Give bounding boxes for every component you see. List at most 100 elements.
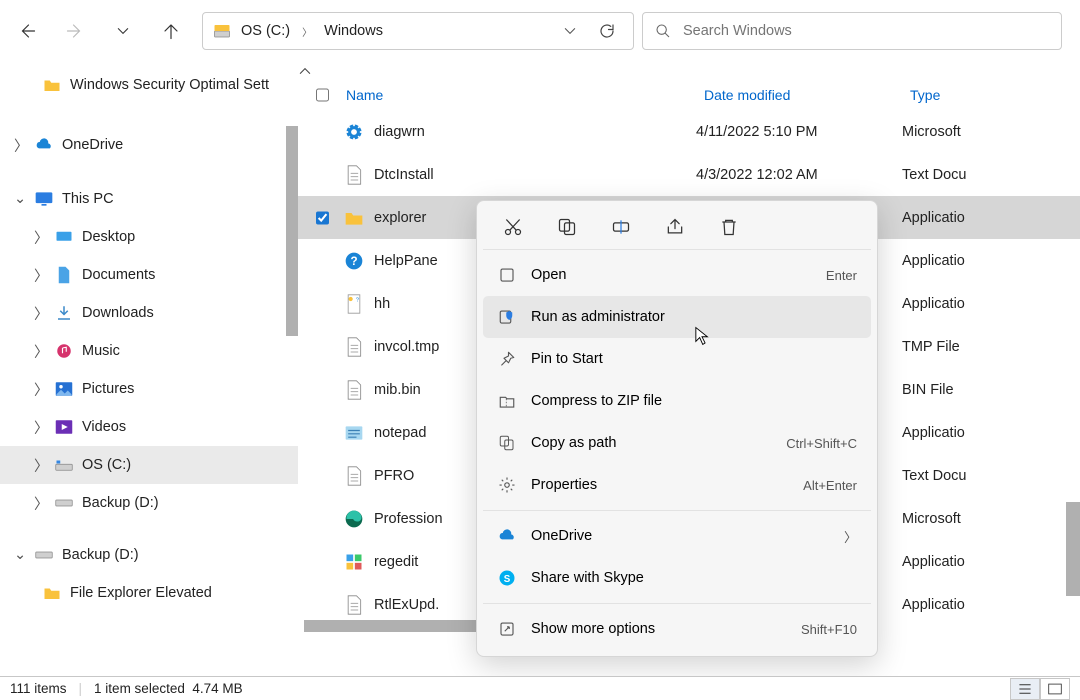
tree-this-pc[interactable]: ⌄ This PC <box>0 180 298 218</box>
file-type: Microsoft <box>902 511 1080 527</box>
folder-icon <box>42 583 62 603</box>
column-type[interactable]: Type <box>910 87 1080 103</box>
file-type: Microsoft <box>902 124 1080 140</box>
tree-os-c[interactable]: 〉OS (C:) <box>0 446 298 484</box>
onedrive-icon <box>497 526 517 546</box>
file-type: Applicatio <box>902 210 1080 226</box>
chevron-right-icon: 〉 <box>14 135 26 156</box>
file-type: Applicatio <box>902 425 1080 441</box>
refresh-button[interactable] <box>591 22 623 40</box>
file-row[interactable]: DtcInstall4/3/2022 12:02 AMText Docu <box>298 153 1080 196</box>
tree-item-label: Pictures <box>82 381 134 397</box>
drive-icon <box>34 545 54 565</box>
nav-up-button[interactable] <box>162 22 180 40</box>
context-pin-to-start[interactable]: Pin to Start <box>483 338 871 380</box>
file-icon <box>342 421 366 445</box>
tree-item-label: Documents <box>82 267 155 283</box>
file-date: 4/11/2022 5:10 PM <box>696 124 894 140</box>
file-checkbox[interactable] <box>316 210 329 226</box>
music-icon <box>54 341 74 361</box>
context-compress-zip[interactable]: Compress to ZIP file <box>483 380 871 422</box>
file-type: Text Docu <box>902 167 1080 183</box>
download-icon <box>54 303 74 323</box>
column-headers[interactable]: Name Date modified Type <box>298 80 1080 110</box>
chevron-down-icon: ⌄ <box>14 191 26 207</box>
view-details-button[interactable] <box>1010 678 1040 700</box>
file-type: TMP File <box>902 339 1080 355</box>
share-icon <box>665 217 685 237</box>
tree-videos[interactable]: 〉Videos <box>0 408 298 446</box>
tree-documents[interactable]: 〉Documents <box>0 256 298 294</box>
pin-icon <box>497 349 517 369</box>
chevron-right-icon: 〉 <box>302 24 312 39</box>
tree-item-label: File Explorer Elevated <box>70 585 212 601</box>
share-button[interactable] <box>663 215 687 239</box>
tree-downloads[interactable]: 〉Downloads <box>0 294 298 332</box>
search-icon <box>655 23 671 39</box>
tree-item-label: Backup (D:) <box>82 495 159 511</box>
nav-forward-button[interactable] <box>66 22 84 40</box>
svg-text:S: S <box>504 574 511 585</box>
context-show-more[interactable]: Show more options Shift+F10 <box>483 608 871 650</box>
cut-button[interactable] <box>501 215 525 239</box>
address-dropdown-button[interactable] <box>561 22 579 40</box>
column-name[interactable]: Name <box>346 87 696 103</box>
properties-icon <box>497 475 517 495</box>
file-row[interactable]: diagwrn4/11/2022 5:10 PMMicrosoft <box>298 110 1080 153</box>
shield-icon <box>497 307 517 327</box>
copy-button[interactable] <box>555 215 579 239</box>
chevron-down-icon: ⌄ <box>14 547 26 563</box>
tree-onedrive[interactable]: 〉 OneDrive <box>0 126 298 164</box>
tree-music[interactable]: 〉Music <box>0 332 298 370</box>
sidebar-scrollbar[interactable] <box>286 126 298 336</box>
tree-item-label: This PC <box>62 191 114 207</box>
file-type: BIN File <box>902 382 1080 398</box>
chevron-up-icon <box>298 66 312 76</box>
trash-icon <box>719 217 739 237</box>
tree-backup[interactable]: ⌄ Backup (D:) <box>0 536 298 574</box>
rename-button[interactable] <box>609 215 633 239</box>
zip-icon <box>497 391 517 411</box>
folder-icon <box>42 75 62 95</box>
chevron-down-icon <box>116 24 130 38</box>
view-thumbnails-button[interactable] <box>1040 678 1070 700</box>
column-date[interactable]: Date modified <box>704 87 902 103</box>
svg-text:?: ? <box>350 255 357 268</box>
onedrive-icon <box>34 135 54 155</box>
context-onedrive[interactable]: OneDrive 〉 <box>483 515 871 557</box>
tree-item[interactable]: Windows Security Optimal Sett <box>0 66 298 104</box>
file-icon <box>342 507 366 531</box>
address-bar[interactable]: OS (C:) 〉 Windows <box>202 12 634 50</box>
context-properties[interactable]: Properties Alt+Enter <box>483 464 871 506</box>
tree-pictures[interactable]: 〉Pictures <box>0 370 298 408</box>
vertical-scrollbar[interactable] <box>1066 502 1080 596</box>
search-box[interactable] <box>642 12 1062 50</box>
delete-button[interactable] <box>717 215 741 239</box>
tree-item-label: Desktop <box>82 229 135 245</box>
select-all-checkbox[interactable] <box>316 87 329 103</box>
tree-item-label: Music <box>82 343 120 359</box>
nav-back-button[interactable] <box>18 22 36 40</box>
file-icon <box>342 593 366 617</box>
document-icon <box>54 265 74 285</box>
toolbar: OS (C:) 〉 Windows <box>0 0 1080 62</box>
context-open[interactable]: Open Enter <box>483 254 871 296</box>
file-icon <box>342 378 366 402</box>
address-segment[interactable]: OS (C:) <box>239 21 292 41</box>
context-share-skype[interactable]: S Share with Skype <box>483 557 871 599</box>
drive-icon <box>213 22 231 40</box>
tree-desktop[interactable]: 〉Desktop <box>0 218 298 256</box>
file-icon <box>342 335 366 359</box>
tree-item[interactable]: File Explorer Elevated <box>0 574 298 612</box>
context-copy-path[interactable]: Copy as path Ctrl+Shift+C <box>483 422 871 464</box>
nav-history-button[interactable] <box>114 22 132 40</box>
search-input[interactable] <box>681 22 1049 40</box>
arrow-right-icon <box>66 22 84 40</box>
context-run-as-admin[interactable]: Run as administrator <box>483 296 871 338</box>
collapse-ribbon-button[interactable] <box>298 62 1080 80</box>
tree-backup-d[interactable]: 〉Backup (D:) <box>0 484 298 522</box>
address-segment[interactable]: Windows <box>322 21 385 41</box>
tree-item-label: Backup (D:) <box>62 547 139 563</box>
file-icon <box>342 120 366 144</box>
file-type: Applicatio <box>902 597 1080 613</box>
